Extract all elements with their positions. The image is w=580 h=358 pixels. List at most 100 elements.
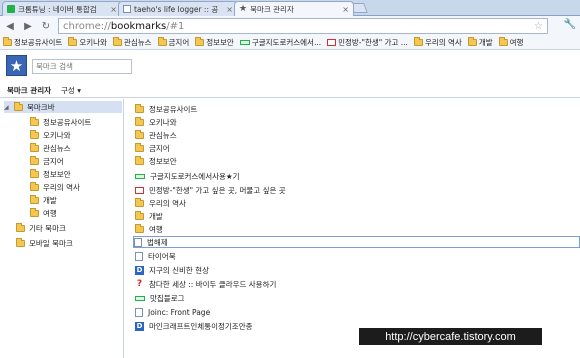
bookmark-star-icon[interactable]: ☆ <box>534 21 543 32</box>
folder-icon <box>135 197 144 207</box>
list-item-selected[interactable]: 법해제 <box>133 236 580 248</box>
folder-icon <box>467 37 477 46</box>
folder-icon <box>135 223 144 233</box>
tree-item[interactable]: 정보보안 <box>30 168 71 180</box>
folder-icon <box>135 103 144 113</box>
green-bar-icon <box>135 173 145 179</box>
list-item[interactable]: 금지어 <box>135 142 575 154</box>
expand-triangle-icon[interactable]: ◢ <box>4 104 10 111</box>
bookmark-search-input[interactable] <box>32 59 132 74</box>
tree-item-other-bookmarks[interactable]: 기타 북마크 <box>16 222 66 234</box>
folder-icon <box>112 37 122 46</box>
folder-icon <box>135 210 144 220</box>
list-item[interactable]: 정보보안 <box>135 155 575 167</box>
url-path: /#1 <box>166 20 185 32</box>
star-favicon-icon: ★ <box>239 4 248 14</box>
bookmark-bar-item[interactable]: 우리의 역사 <box>413 37 462 48</box>
organize-menu[interactable]: 구성 ▾ <box>61 85 81 96</box>
tree-item[interactable]: 개발 <box>30 194 57 206</box>
list-item[interactable]: 타이어북 <box>135 250 575 262</box>
folder-icon <box>30 168 39 178</box>
daum-icon: D <box>135 265 144 275</box>
tab-3[interactable]: ★ 북마크 관리자 × <box>234 1 354 16</box>
list-item[interactable]: 개발 <box>135 210 575 222</box>
tab-1[interactable]: 크롬튜닝 : 네이버 통합검 × <box>2 1 122 16</box>
folder-icon <box>68 37 78 46</box>
folder-icon <box>3 37 12 46</box>
mail-icon <box>327 39 337 46</box>
list-item[interactable]: 맛집블로그 <box>135 292 575 304</box>
list-item[interactable]: 여행 <box>135 223 575 235</box>
list-item[interactable]: 오키나와 <box>135 116 575 128</box>
bookmark-manager-header: ★ <box>0 52 580 82</box>
bookmark-bar-item[interactable]: 금지어 <box>157 37 189 48</box>
bookmark-manager-star-icon: ★ <box>6 55 27 76</box>
address-bar[interactable]: chrome://bookmarks/#1 ☆ <box>58 18 548 34</box>
url-host: bookmarks <box>110 20 167 32</box>
page-icon <box>135 251 143 261</box>
folder-icon <box>30 181 39 191</box>
list-item[interactable]: 우리의 역사 <box>135 197 575 209</box>
folder-icon <box>498 37 508 46</box>
tab-2[interactable]: taeho's life logger :: 공 × <box>118 1 238 16</box>
list-item[interactable]: D 지구의 신비한 현상 <box>135 264 575 276</box>
list-item[interactable]: Joinc: Front Page <box>135 306 575 318</box>
url-scheme: chrome:// <box>63 20 111 32</box>
green-bar-icon <box>135 295 145 301</box>
folder-icon <box>30 155 39 165</box>
tab-title: taeho's life logger :: 공 <box>134 4 219 14</box>
close-icon[interactable]: × <box>110 5 117 14</box>
folder-icon <box>135 116 144 126</box>
tab-title: 크롬튜닝 : 네이버 통합검 <box>18 4 97 14</box>
tree-item[interactable]: 우리의 역사 <box>30 181 80 193</box>
tree-item-bookmark-bar[interactable]: ◢ 북마크바 <box>4 101 122 113</box>
bookmark-bar-item[interactable]: 정보공유사이트 <box>3 37 62 48</box>
tree-item[interactable]: 정보공유사이트 <box>30 116 91 128</box>
watermark: http://cybercafe.tistory.com <box>359 328 542 345</box>
folder-open-icon <box>14 101 23 111</box>
bookmark-bar-item[interactable]: 개발 <box>467 37 493 48</box>
tree-item[interactable]: 금지어 <box>30 155 64 167</box>
reload-icon[interactable]: ↻ <box>40 21 52 32</box>
tree-item[interactable]: 관심뉴스 <box>30 142 71 154</box>
folder-icon <box>157 37 167 46</box>
bookmark-bar-item[interactable]: 민정방-"한생" 가고 ... <box>327 37 408 48</box>
bookmark-bar-item[interactable]: 정보보안 <box>195 37 234 48</box>
list-item[interactable]: ? 참다한 세상 :: 바이두 클라우드 사용하기 <box>135 278 575 290</box>
tab-strip: 크롬튜닝 : 네이버 통합검 × taeho's life logger :: … <box>0 0 580 16</box>
bookmark-bar: 정보공유사이트 오키나와 관심뉴스 금지어 정보보안 구글지도로커스에서... … <box>0 36 580 50</box>
wrench-menu-icon[interactable]: 🔧 <box>564 19 576 30</box>
folder-icon <box>16 222 25 232</box>
folder-icon <box>413 37 423 46</box>
bookmark-bar-item[interactable]: 관심뉴스 <box>112 37 152 48</box>
daum-icon: D <box>135 321 144 331</box>
bookmark-bar-item[interactable]: 여행 <box>498 37 523 48</box>
folder-icon <box>30 116 39 126</box>
list-item[interactable]: 민정방-"한생" 가고 싶은 곳, 머물고 싶은 곳 <box>135 184 575 196</box>
tree-item[interactable]: 여행 <box>30 207 57 219</box>
page-icon <box>134 237 142 247</box>
forward-arrow-icon[interactable]: ▶ <box>22 21 34 32</box>
toolbar: ◀ ▶ ↻ chrome://bookmarks/#1 ☆ <box>0 16 580 36</box>
close-icon[interactable]: × <box>342 5 349 14</box>
tree-item-mobile-bookmarks[interactable]: 모바일 북마크 <box>16 237 73 249</box>
folder-icon <box>135 142 144 152</box>
folder-icon <box>135 155 144 165</box>
page-icon <box>135 307 143 317</box>
question-mark-icon: ? <box>136 279 143 289</box>
close-icon[interactable]: × <box>226 5 233 14</box>
bookmark-list: 정보공유사이트 오키나와 관심뉴스 금지어 정보보안 구글지도로커스에서사용★기… <box>125 99 580 358</box>
folder-icon <box>30 207 39 217</box>
green-bar-icon <box>239 40 250 45</box>
back-arrow-icon[interactable]: ◀ <box>4 21 16 32</box>
page-favicon-icon <box>123 5 131 13</box>
folder-icon <box>135 129 144 139</box>
bookmark-bar-item[interactable]: 구글지도로커스에서... <box>239 37 321 48</box>
folder-icon <box>30 142 39 152</box>
tree-item[interactable]: 오키나와 <box>30 129 71 141</box>
list-item[interactable]: 구글지도로커스에서사용★기 <box>135 170 575 182</box>
naver-favicon-icon <box>7 5 15 13</box>
list-item[interactable]: 정보공유사이트 <box>135 103 575 115</box>
bookmark-bar-item[interactable]: 오키나와 <box>68 37 107 48</box>
list-item[interactable]: 관심뉴스 <box>135 129 575 141</box>
